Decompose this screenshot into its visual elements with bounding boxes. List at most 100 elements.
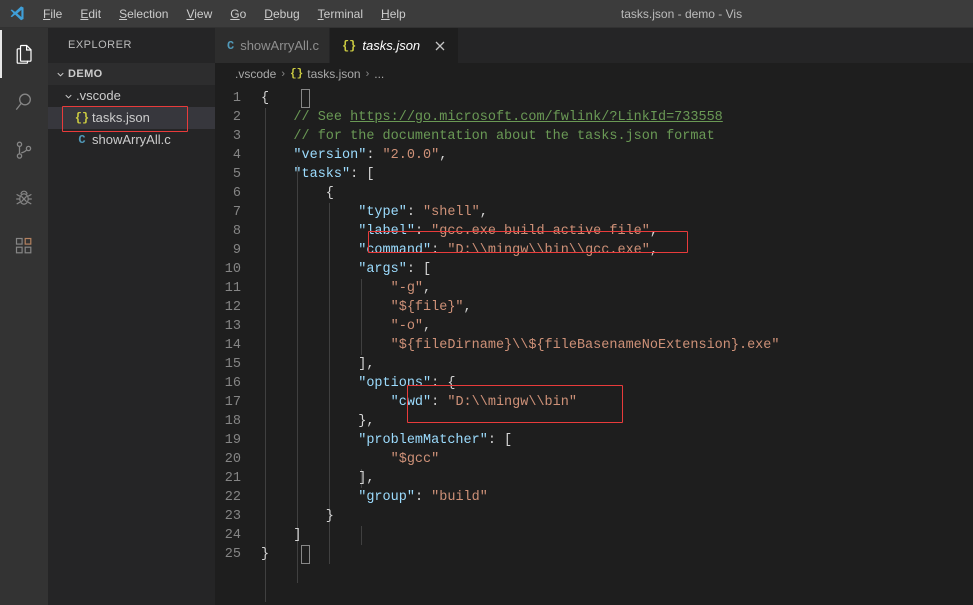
menu-terminal[interactable]: Terminal [309, 0, 372, 28]
tree-item-tasks-json[interactable]: {} tasks.json [48, 107, 215, 129]
code-lines: 1 {2 // See https://go.microsoft.com/fwli… [215, 85, 973, 564]
code-line: 6 { [215, 184, 973, 203]
code-token-key: "type" [358, 205, 407, 220]
tab-showarryall-c[interactable]: C showArryAll.c [215, 28, 330, 63]
code-token-str: "-g" [390, 281, 424, 296]
activity-debug[interactable] [0, 174, 48, 222]
code-token-key: "cwd" [390, 395, 432, 410]
activity-extensions[interactable] [0, 222, 48, 270]
line-number: 10 [224, 262, 241, 277]
tree-item-showarryall-c[interactable]: C showArryAll.c [48, 129, 215, 151]
code-line-text[interactable]: "-o", [261, 317, 432, 336]
activity-explorer[interactable] [0, 30, 48, 78]
code-token-punc [261, 167, 293, 182]
code-line-text[interactable]: "problemMatcher": [ [261, 431, 512, 450]
bug-icon [16, 190, 32, 205]
code-line-text[interactable]: "type": "shell", [261, 203, 488, 222]
menu-debug[interactable]: Debug [255, 0, 308, 28]
code-line: 4 "version": "2.0.0", [215, 146, 973, 165]
code-line: 15 ], [215, 355, 973, 374]
code-line-text[interactable]: { [261, 89, 269, 108]
code-token-punc: }, [261, 414, 375, 429]
explorer-folder-demo[interactable]: DEMO [48, 63, 215, 85]
code-line: 5 "tasks": [ [215, 165, 973, 184]
code-line-text[interactable]: } [261, 507, 334, 526]
code-line-text[interactable]: // See https://go.microsoft.com/fwlink/?… [261, 108, 723, 127]
code-token-key: "version" [293, 148, 367, 163]
code-line-text[interactable]: // for the documentation about the tasks… [261, 127, 715, 146]
line-number: 3 [232, 129, 241, 144]
menu-help[interactable]: Help [372, 0, 415, 28]
code-line-text[interactable]: "${file}", [261, 298, 472, 317]
code-line: 2 // See https://go.microsoft.com/fwlink… [215, 108, 973, 127]
code-line: 9 "command": "D:\\mingw\\bin\\gcc.exe", [215, 241, 973, 260]
code-line-text[interactable]: { [261, 184, 334, 203]
code-token-str: "${file}" [390, 300, 464, 315]
code-token-punc [261, 205, 358, 220]
code-line-text[interactable]: "tasks": [ [261, 165, 374, 184]
code-token-punc [261, 281, 391, 296]
code-token-punc: { [261, 186, 334, 201]
code-token-punc [261, 319, 391, 334]
code-line: 17 "cwd": "D:\\mingw\\bin" [215, 393, 973, 412]
code-token-punc: ], [261, 357, 375, 372]
line-number: 22 [224, 490, 241, 505]
code-token-link[interactable]: https://go.microsoft.com/fwlink/?LinkId=… [350, 110, 723, 125]
activity-search[interactable] [0, 78, 48, 126]
line-number: 1 [232, 91, 241, 106]
menu-go[interactable]: Go [221, 0, 255, 28]
code-line-text[interactable]: "$gcc" [261, 450, 440, 469]
code-line-text[interactable]: "group": "build" [261, 488, 488, 507]
code-line-text[interactable]: } [261, 545, 269, 564]
code-line-text[interactable]: ], [261, 469, 374, 488]
code-line: 20 "$gcc" [215, 450, 973, 469]
tab-tasks-json[interactable]: {} tasks.json [329, 28, 460, 63]
line-number: 7 [232, 205, 241, 220]
tree-item-vscode[interactable]: .vscode [48, 85, 215, 107]
code-token-punc: ], [261, 471, 375, 486]
breadcrumb-folder[interactable]: .vscode [235, 67, 276, 81]
code-line: 24 ] [215, 526, 973, 545]
code-token-str: "D:\\mingw\\bin" [447, 395, 577, 410]
code-editor[interactable]: 1 {2 // See https://go.microsoft.com/fwli… [215, 85, 973, 605]
code-line-text[interactable]: "-g", [261, 279, 432, 298]
code-line: 22 "group": "build" [215, 488, 973, 507]
code-line-text[interactable]: "${fileDirname}\\${fileBasenameNoExtensi… [261, 336, 780, 355]
code-line-text[interactable]: "command": "D:\\mingw\\bin\\gcc.exe", [261, 241, 658, 260]
line-number: 2 [232, 110, 241, 125]
code-line-text[interactable]: ], [261, 355, 374, 374]
code-line-text[interactable]: "label": "gcc.exe build active file", [261, 222, 658, 241]
code-line-text[interactable]: }, [261, 412, 374, 431]
tab-bar: C showArryAll.c {} tasks.json [215, 28, 973, 63]
code-token-punc: } [261, 547, 270, 562]
code-line-text[interactable]: "version": "2.0.0", [261, 146, 447, 165]
workbench: EXPLORER DEMO .vscode {} tasks.json C sh… [0, 28, 973, 605]
code-line-text[interactable]: "options": { [261, 374, 455, 393]
code-token-str: "2.0.0" [382, 148, 440, 163]
breadcrumb-more[interactable]: ... [374, 67, 384, 81]
line-number: 24 [224, 528, 241, 543]
code-token-com: // See [261, 110, 351, 125]
menu-selection[interactable]: Selection [110, 0, 177, 28]
code-line-text[interactable]: "cwd": "D:\\mingw\\bin" [261, 393, 577, 412]
activity-source-control[interactable] [0, 126, 48, 174]
c-file-icon: C [227, 38, 235, 53]
line-number: 11 [224, 281, 241, 296]
code-token-key: "group" [358, 490, 415, 505]
code-line: 13 "-o", [215, 317, 973, 336]
menu-view[interactable]: View [177, 0, 221, 28]
code-line-text[interactable]: ] [261, 526, 301, 545]
close-icon[interactable] [432, 38, 448, 54]
code-token-com: // for the documentation about the tasks… [261, 129, 715, 144]
menu-edit[interactable]: Edit [71, 0, 110, 28]
breadcrumb-file[interactable]: tasks.json [307, 67, 360, 81]
code-line: 12 "${file}", [215, 298, 973, 317]
code-token-punc [261, 243, 358, 258]
vscode-window: File Edit Selection View Go Debug Termin… [0, 0, 973, 605]
menu-file[interactable]: File [34, 0, 71, 28]
code-line-text[interactable]: "args": [ [261, 260, 431, 279]
c-file-icon: C [78, 133, 86, 147]
code-token-punc: , [649, 243, 658, 258]
code-token-punc [261, 300, 391, 315]
activity-bar [0, 28, 48, 605]
